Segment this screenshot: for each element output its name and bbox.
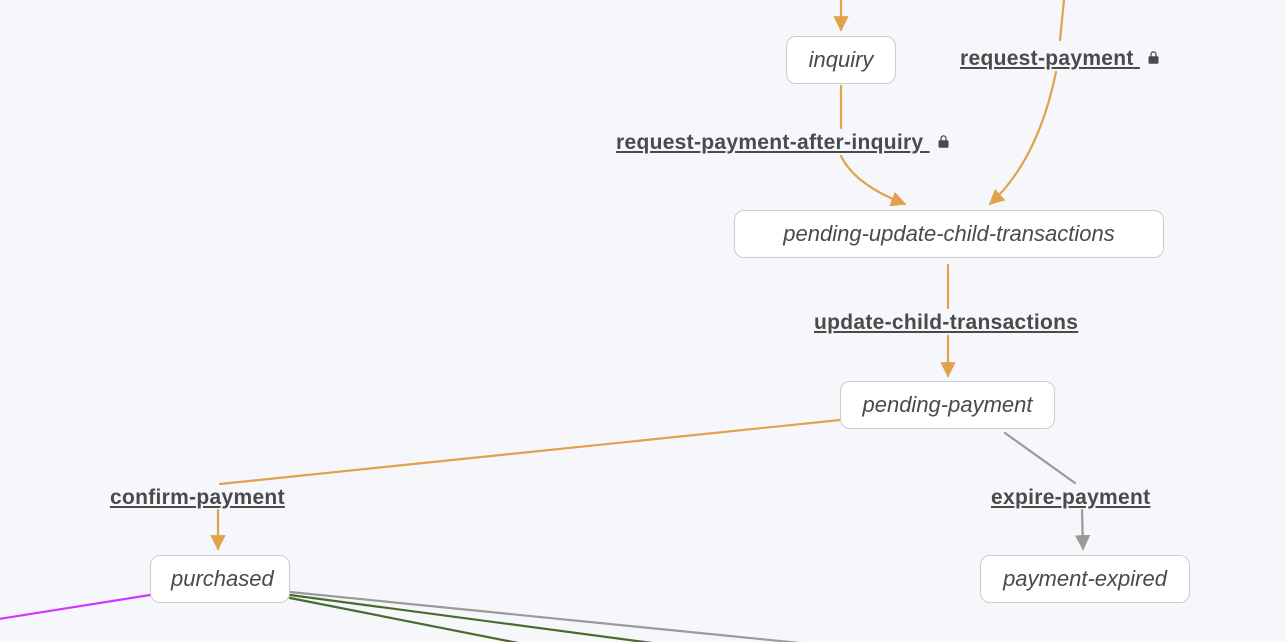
edge-label-request-payment[interactable]: request-payment [960,47,1161,71]
edge-label-to-pending-update-left [841,156,905,204]
node-pending-payment[interactable]: pending-payment [840,381,1055,429]
edge-label-request-payment-after-inquiry[interactable]: request-payment-after-inquiry [616,131,951,155]
edge-label-expire-payment[interactable]: expire-payment [991,486,1150,510]
edge-label-update-child-transactions[interactable]: update-child-transactions [814,311,1078,335]
node-label: pending-update-child-transactions [783,221,1114,246]
node-label: inquiry [809,47,874,72]
node-payment-expired[interactable]: payment-expired [980,555,1190,603]
edge-label-confirm-payment[interactable]: confirm-payment [110,486,285,510]
node-label: payment-expired [1003,566,1167,591]
edge-top-to-request-payment [1060,0,1065,40]
lock-icon [936,133,951,150]
edge-pending-payment-to-expire [1005,433,1075,483]
edges-layer [0,0,1286,642]
edge-label-text: confirm-payment [110,486,285,509]
edge-purchased-out-green-1 [290,595,780,642]
diagram-canvas: inquiry pending-update-child-transaction… [0,0,1286,642]
edge-label-text: request-payment [960,47,1134,70]
edge-label-text: request-payment-after-inquiry [616,131,923,154]
lock-icon [1146,49,1161,66]
edge-expire-to-payment-expired [1082,510,1083,549]
node-label: pending-payment [862,392,1032,417]
edge-request-payment-to-pending-update [990,72,1056,204]
edge-purchased-out-magenta [0,595,150,622]
edge-pending-payment-to-confirm [220,420,840,484]
node-inquiry[interactable]: inquiry [786,36,896,84]
node-pending-update-child-transactions[interactable]: pending-update-child-transactions [734,210,1164,258]
node-purchased[interactable]: purchased [150,555,290,603]
edge-label-text: update-child-transactions [814,311,1078,334]
edge-label-text: expire-payment [991,486,1150,509]
node-label: purchased [171,566,274,591]
